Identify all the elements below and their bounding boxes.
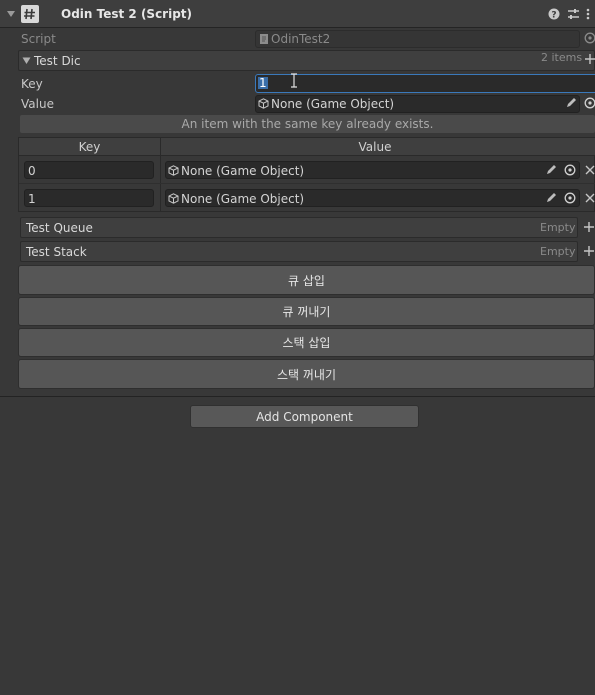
script-label: Script bbox=[21, 32, 56, 46]
test-stack-header[interactable] bbox=[20, 241, 578, 262]
test-stack-add-plus-icon[interactable] bbox=[584, 246, 594, 256]
new-key-input-value: 1 bbox=[258, 76, 268, 90]
test-queue-title: Test Queue bbox=[26, 221, 93, 235]
script-file-icon bbox=[259, 33, 269, 45]
stack-pop-button[interactable]: 스택 꺼내기 bbox=[18, 359, 595, 389]
presets-icon[interactable] bbox=[567, 8, 580, 20]
test-dic-add-plus-icon[interactable] bbox=[585, 54, 595, 64]
test-queue-header[interactable] bbox=[20, 217, 578, 238]
table-row-0-value-text: None (Game Object) bbox=[181, 164, 305, 178]
script-hash-icon bbox=[21, 5, 39, 23]
table-row-1-value-text: None (Game Object) bbox=[181, 192, 305, 206]
table-row-0-remove-close-icon[interactable] bbox=[585, 165, 595, 175]
test-dic-header[interactable] bbox=[18, 50, 595, 71]
kebab-menu-icon[interactable] bbox=[586, 8, 590, 20]
table-header-key: Key bbox=[78, 140, 101, 154]
test-stack-title: Test Stack bbox=[26, 245, 87, 259]
table-row-1-key-text: 1 bbox=[28, 192, 36, 206]
table-row-0-pencil-icon[interactable] bbox=[545, 164, 557, 176]
svg-text:?: ? bbox=[551, 10, 556, 20]
foldout-chevron-down-icon[interactable] bbox=[6, 9, 16, 19]
add-component-button[interactable]: Add Component bbox=[190, 405, 419, 428]
test-stack-status: Empty bbox=[540, 245, 576, 258]
table-row-0-object-picker-icon[interactable] bbox=[564, 164, 576, 176]
table-row-0-key-text: 0 bbox=[28, 164, 36, 178]
test-queue-add-plus-icon[interactable] bbox=[584, 222, 594, 232]
table-row-0-key-input[interactable] bbox=[24, 161, 154, 179]
queue-pop-button[interactable]: 큐 꺼내기 bbox=[18, 297, 595, 326]
new-value-field-text: None (Game Object) bbox=[271, 97, 395, 111]
queue-insert-button[interactable]: 큐 삽입 bbox=[18, 265, 595, 295]
new-value-pencil-icon[interactable] bbox=[565, 97, 577, 109]
inspector-divider bbox=[0, 396, 595, 397]
new-key-input[interactable] bbox=[255, 74, 595, 93]
script-field-value: OdinTest2 bbox=[271, 32, 331, 46]
component-title: Odin Test 2 (Script) bbox=[61, 7, 193, 21]
table-header-value: Value bbox=[358, 140, 392, 154]
text-cursor-icon bbox=[290, 73, 298, 88]
duplicate-key-error-text: An item with the same key already exists… bbox=[181, 117, 434, 131]
new-value-object-picker-icon[interactable] bbox=[584, 97, 595, 109]
new-key-label: Key bbox=[21, 77, 43, 91]
table-row-1-pencil-icon[interactable] bbox=[545, 192, 557, 204]
table-row-1-remove-close-icon[interactable] bbox=[585, 193, 595, 203]
table-row-0-cube-icon bbox=[168, 165, 179, 176]
new-value-cube-icon bbox=[258, 98, 269, 109]
test-dic-count: 2 items bbox=[541, 51, 583, 64]
stack-insert-button[interactable]: 스택 삽입 bbox=[18, 328, 595, 357]
table-row-1-object-picker-icon[interactable] bbox=[564, 192, 576, 204]
test-dic-title: Test Dic bbox=[34, 54, 81, 68]
help-icon[interactable]: ? bbox=[548, 8, 560, 20]
test-queue-status: Empty bbox=[540, 221, 576, 234]
test-dic-foldout-chevron-down-icon[interactable] bbox=[22, 56, 31, 65]
table-row-1-key-input[interactable] bbox=[24, 189, 154, 207]
table-row-divider bbox=[19, 183, 595, 184]
table-row-1-cube-icon bbox=[168, 193, 179, 204]
script-object-picker-icon[interactable] bbox=[584, 32, 595, 44]
new-value-label: Value bbox=[21, 97, 54, 111]
